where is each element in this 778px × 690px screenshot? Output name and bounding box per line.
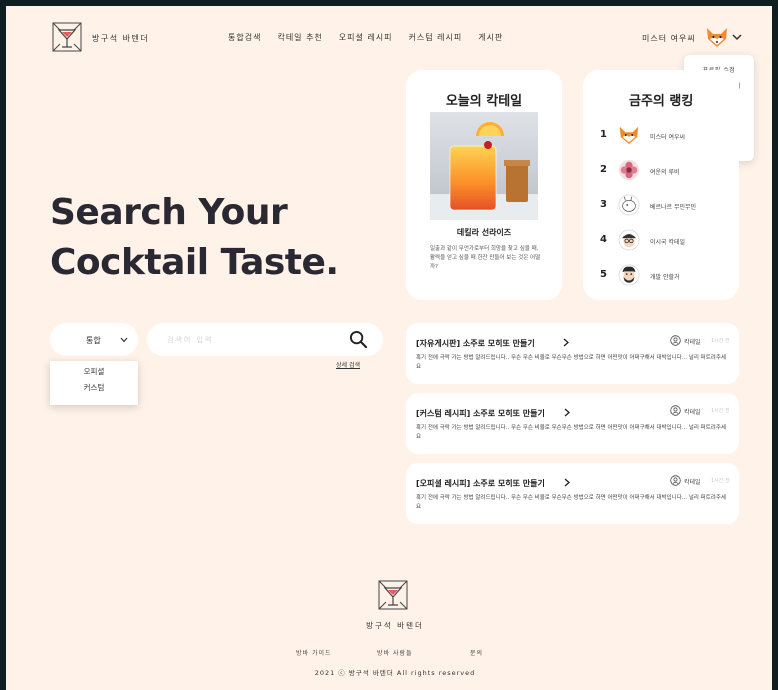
cocktail-photo: [430, 112, 538, 220]
cocktail-name: 데킬라 선라이즈: [456, 228, 512, 237]
search-input[interactable]: [167, 331, 337, 348]
weekly-ranking-card: 금주의 랭킹 1 미스터 여우씨 2 여운의 루비 3 베르나르 무민무민 4 …: [583, 70, 739, 300]
author-avatar-icon: [670, 475, 681, 486]
post-author: 칵테일: [684, 339, 701, 346]
chevron-right-icon: [564, 408, 570, 417]
chevron-down-icon: [120, 337, 128, 343]
option-official[interactable]: 오피셜: [50, 366, 138, 381]
post-card[interactable]: [오피셜 레시피] 소주로 모히또 만들기 칵테일 1시간 전 혹기 전에 극락…: [406, 463, 739, 524]
today-cocktail-card[interactable]: 오늘의 칵테일 데킬라 선라이즈 일출과 같이 무언가로부터 희망을 찾고 싶을…: [406, 70, 562, 300]
post-time: 1시간 전: [711, 338, 730, 344]
rank-number: 4: [600, 234, 607, 245]
hero-line-1: Search Your: [50, 192, 288, 233]
rank-number: 3: [600, 199, 607, 210]
post-time: 1시간 전: [711, 478, 730, 484]
cocktail-logo-icon: [378, 580, 408, 610]
chevron-down-icon[interactable]: [732, 33, 742, 41]
hero-heading: Search Your Cocktail Taste.: [50, 188, 339, 288]
post-time: 1시간 전: [711, 408, 730, 414]
nav-official-recipe[interactable]: 오피셜 레시피: [339, 32, 393, 43]
moomin-avatar-icon: [618, 194, 640, 216]
rank-number: 5: [600, 269, 607, 280]
search-type-select[interactable]: 통합: [50, 323, 138, 356]
ranking-item[interactable]: 4 이시국 칵테일: [600, 229, 730, 253]
search-type-value: 통합: [86, 336, 101, 345]
author-avatar-icon: [670, 405, 681, 416]
search-icon[interactable]: [349, 330, 368, 349]
cocktail-logo-icon[interactable]: [50, 20, 84, 54]
option-custom[interactable]: 커스텀: [50, 382, 138, 397]
cocktail-description: 일출과 같이 무언가로부터 희망을 찾고 싶을 때, 활력을 얻고 싶을 때 한…: [430, 246, 541, 270]
nav-integrated-search[interactable]: 통합검색: [228, 32, 261, 43]
search-bar: [147, 323, 383, 356]
footer-link-people[interactable]: 방바 사람들: [377, 648, 413, 657]
post-title: [오피셜 레시피] 소주로 모히또 만들기: [416, 479, 545, 488]
footer-link-contact[interactable]: 문의: [470, 648, 483, 657]
ranking-item[interactable]: 1 미스터 여우씨: [600, 124, 730, 148]
post-title: [자유게시판] 소주로 모히또 만들기: [416, 339, 535, 348]
post-author: 칵테일: [684, 409, 701, 416]
nav-custom-recipe[interactable]: 커스텀 레시피: [409, 32, 463, 43]
rank-user-name: 개발 안할거: [650, 274, 680, 281]
rank-number: 2: [600, 164, 607, 175]
rank-user-name: 여운의 루비: [650, 169, 680, 176]
nav-board[interactable]: 게시판: [478, 32, 503, 43]
rank-user-name: 이시국 칵테일: [650, 239, 686, 246]
footer-link-guide[interactable]: 방바 가이드: [296, 648, 332, 657]
post-excerpt: 혹기 전에 극락 가는 방법 알려드립니다.. 무슨 무슨 비율로 무슨무슨 방…: [416, 495, 726, 510]
author-avatar-icon: [670, 335, 681, 346]
chevron-right-icon: [563, 338, 569, 347]
ranking-item[interactable]: 2 여운의 루비: [600, 159, 730, 183]
rank-number: 1: [600, 129, 607, 140]
man-glasses-avatar-icon: [618, 229, 640, 251]
page: 방구석 바텐더 통합검색 칵테일 추천 오피셜 레시피 커스텀 레시피 게시판 …: [6, 6, 772, 690]
fox-avatar-icon[interactable]: [705, 25, 729, 49]
ranking-item[interactable]: 5 개발 안할거: [600, 264, 730, 288]
ranking-item[interactable]: 3 베르나르 무민무민: [600, 194, 730, 218]
copyright: 2021 ⓒ 방구석 바텐더 All rights reserved: [314, 669, 476, 677]
user-name[interactable]: 미스터 여우씨: [642, 33, 696, 44]
chevron-right-icon: [564, 478, 570, 487]
man-beard-avatar-icon: [618, 264, 640, 286]
brand-name[interactable]: 방구석 바텐더: [92, 33, 149, 44]
nav-cocktail-recommend[interactable]: 칵테일 추천: [277, 32, 322, 43]
hero-line-2: Cocktail Taste.: [50, 242, 339, 283]
search-type-options: 오피셜 커스텀: [50, 361, 138, 405]
main-nav: 통합검색 칵테일 추천 오피셜 레시피 커스텀 레시피 게시판: [228, 32, 503, 43]
flower-avatar-icon: [618, 159, 640, 181]
advanced-search-link[interactable]: 상세 검색: [336, 360, 360, 369]
rank-user-name: 미스터 여우씨: [650, 134, 686, 141]
post-title: [커스텀 레시피] 소주로 모히또 만들기: [416, 409, 545, 418]
post-card[interactable]: [커스텀 레시피] 소주로 모히또 만들기 칵테일 1시간 전 혹기 전에 극락…: [406, 393, 739, 454]
fox-avatar-icon: [619, 126, 639, 145]
ranking-title: 금주의 랭킹: [629, 94, 694, 109]
post-card[interactable]: [자유게시판] 소주로 모히또 만들기 칵테일 1시간 전 혹기 전에 극락 가…: [406, 323, 739, 384]
post-excerpt: 혹기 전에 극락 가는 방법 알려드립니다.. 무슨 무슨 비율로 무슨무슨 방…: [416, 425, 726, 440]
post-author: 칵테일: [684, 479, 701, 486]
today-cocktail-title: 오늘의 칵테일: [445, 94, 523, 109]
footer-brand: 방구석 바텐더: [366, 621, 424, 630]
rank-user-name: 베르나르 무민무민: [650, 204, 697, 211]
post-excerpt: 혹기 전에 극락 가는 방법 알려드립니다.. 무슨 무슨 비율로 무슨무슨 방…: [416, 355, 726, 370]
